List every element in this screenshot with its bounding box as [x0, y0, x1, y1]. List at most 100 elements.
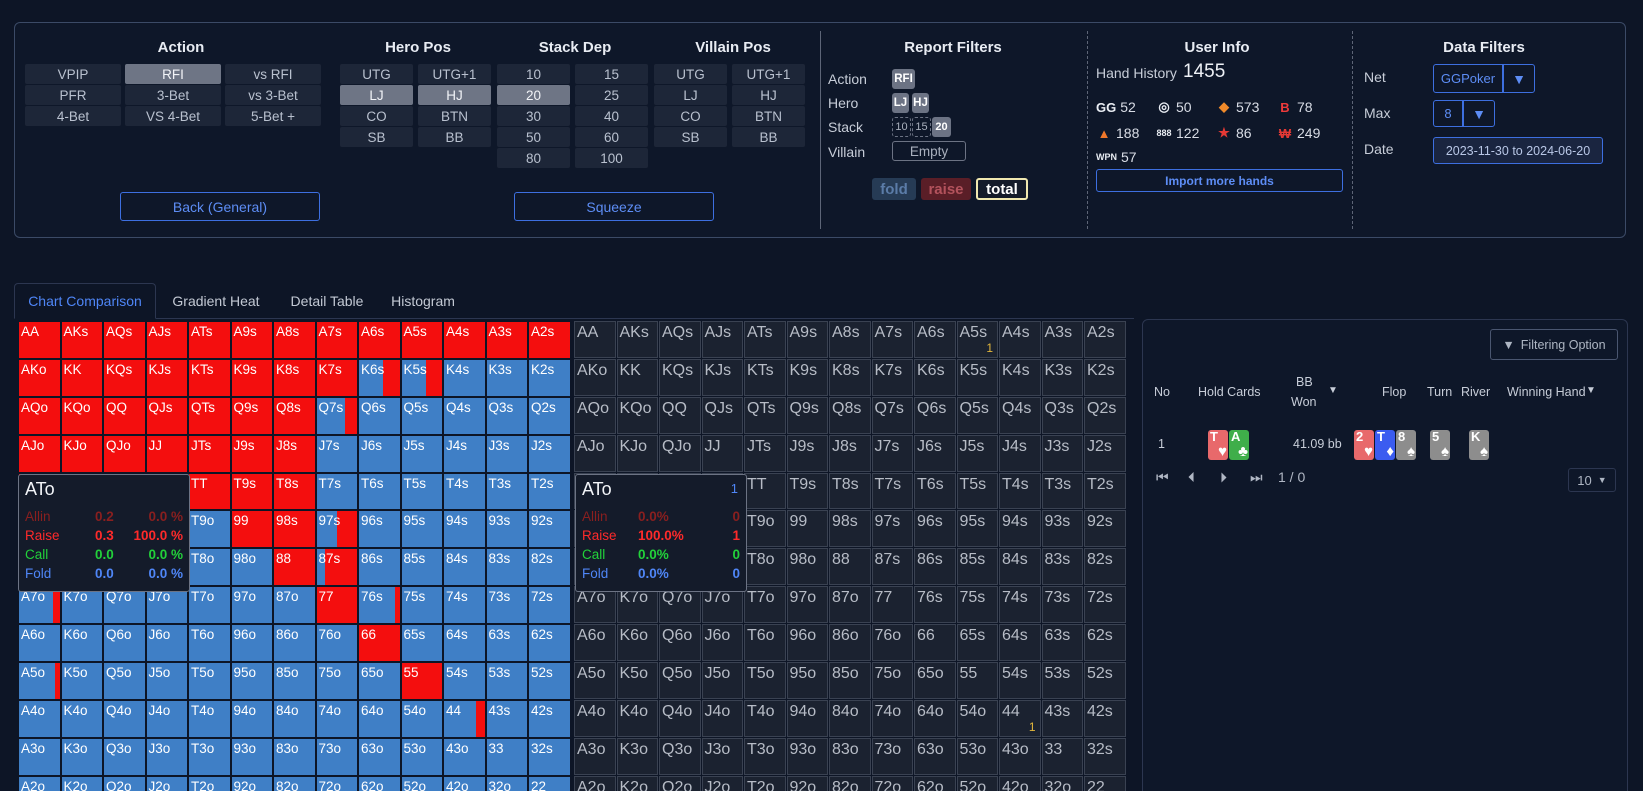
villain-co-button[interactable]: CO: [654, 106, 727, 126]
hand-cell[interactable]: 88: [273, 548, 316, 587]
hand-cell[interactable]: KTs: [744, 358, 786, 396]
hand-cell[interactable]: 63o: [914, 737, 956, 775]
hand-cell[interactable]: Q6s: [914, 396, 956, 434]
hand-cell[interactable]: 62s: [1084, 624, 1126, 662]
hand-cell[interactable]: 62s: [528, 624, 571, 663]
hand-cell[interactable]: Q6s: [358, 396, 401, 435]
hand-cell[interactable]: K2s: [528, 358, 571, 397]
hand-cell[interactable]: J3s: [485, 434, 528, 473]
hand-cell[interactable]: K9s: [230, 358, 273, 397]
villain-utg-1-button[interactable]: UTG+1: [732, 64, 805, 84]
hand-cell[interactable]: A3s: [485, 321, 528, 359]
hand-cell[interactable]: 85s: [956, 548, 998, 586]
hand-cell[interactable]: A7s: [871, 321, 913, 358]
hand-cell[interactable]: Q7s: [871, 396, 913, 434]
hand-cell[interactable]: Q9s: [230, 396, 273, 435]
hand-cell[interactable]: 63o: [358, 737, 401, 776]
hand-cell[interactable]: Q7s: [315, 396, 358, 435]
hand-cell[interactable]: 44 1: [999, 699, 1041, 737]
hand-cell[interactable]: T6o: [744, 624, 786, 662]
action-vs-4-bet-button[interactable]: VS 4-Bet: [125, 106, 221, 126]
hand-cell[interactable]: 87s: [871, 548, 913, 586]
hand-cell[interactable]: 83s: [1041, 548, 1083, 586]
hand-cell[interactable]: 32s: [1084, 737, 1126, 775]
hand-cell[interactable]: 43o: [443, 737, 486, 776]
hand-cell[interactable]: A3o: [18, 737, 61, 776]
sort-caret-icon[interactable]: ▼: [1586, 385, 1596, 396]
hand-cell[interactable]: TT: [188, 472, 231, 511]
hand-cell[interactable]: 83o: [829, 737, 871, 775]
hand-cell[interactable]: KJs: [145, 358, 188, 397]
hand-cell[interactable]: T4s: [443, 472, 486, 511]
hand-cell[interactable]: 77: [871, 586, 913, 624]
max-select[interactable]: 8: [1433, 100, 1463, 127]
hand-cell[interactable]: 96s: [358, 510, 401, 549]
action-3-bet-button[interactable]: 3-Bet: [125, 85, 221, 105]
hand-cell[interactable]: 86o: [829, 624, 871, 662]
hand-cell[interactable]: A6o: [18, 624, 61, 663]
hand-cell[interactable]: 73o: [871, 737, 913, 775]
hand-cell[interactable]: A8s: [273, 321, 316, 359]
hand-cell[interactable]: 98o: [786, 548, 828, 586]
hand-cell[interactable]: AQo: [18, 396, 61, 435]
hand-cell[interactable]: 74o: [315, 699, 358, 738]
import-hands-button[interactable]: Import more hands: [1096, 169, 1343, 192]
stack-20-button[interactable]: 20: [497, 85, 570, 105]
hand-cell[interactable]: Q5o: [659, 662, 701, 699]
hand-cell[interactable]: A2s: [1084, 321, 1126, 358]
page-size-select[interactable]: 10 ▼: [1568, 468, 1616, 492]
hand-cell[interactable]: 52s: [528, 662, 571, 700]
hand-cell[interactable]: T5s: [400, 472, 443, 511]
hand-cell[interactable]: 87s: [315, 548, 358, 587]
hand-cell[interactable]: T2s: [528, 472, 571, 511]
hand-cell[interactable]: A3s: [1041, 321, 1083, 358]
hand-cell[interactable]: Q3o: [103, 737, 146, 776]
hand-cell[interactable]: 66: [358, 624, 401, 663]
hand-cell[interactable]: K5s: [400, 358, 443, 397]
hand-cell[interactable]: T6o: [188, 624, 231, 663]
hand-cell[interactable]: 76s: [914, 586, 956, 624]
hand-cell[interactable]: K5o: [616, 662, 658, 699]
filtering-option-button[interactable]: ▼ Filtering Option: [1490, 329, 1618, 360]
hand-cell[interactable]: Q8s: [273, 396, 316, 435]
hand-cell[interactable]: AJo: [18, 434, 61, 473]
hand-cell[interactable]: 98s: [829, 510, 871, 548]
hand-cell[interactable]: 85o: [829, 662, 871, 699]
hero-sb-button[interactable]: SB: [340, 127, 413, 147]
hand-cell[interactable]: 62o: [914, 775, 956, 791]
hand-cell[interactable]: T3s: [485, 472, 528, 511]
hand-cell[interactable]: 54s: [999, 662, 1041, 699]
hand-cell[interactable]: KQs: [659, 358, 701, 396]
hand-cell[interactable]: J3o: [701, 737, 743, 775]
hero-lj-button[interactable]: LJ: [340, 85, 413, 105]
hand-cell[interactable]: J4o: [701, 699, 743, 737]
hero-utg-1-button[interactable]: UTG+1: [418, 64, 491, 84]
hand-cell[interactable]: Q3s: [1041, 396, 1083, 434]
hand-cell[interactable]: 65s: [400, 624, 443, 663]
hand-cell[interactable]: 97s: [315, 510, 358, 549]
hand-cell[interactable]: K6o: [616, 624, 658, 662]
hand-cell[interactable]: 75s: [400, 586, 443, 625]
hand-cell[interactable]: Q4o: [659, 699, 701, 737]
hand-cell[interactable]: A4s: [999, 321, 1041, 358]
hand-cell[interactable]: 74o: [871, 699, 913, 737]
hand-cell[interactable]: 44: [443, 699, 486, 738]
hero-hj-button[interactable]: HJ: [418, 85, 491, 105]
hand-cell[interactable]: TT: [744, 472, 786, 510]
hand-cell[interactable]: 82s: [1084, 548, 1126, 586]
hand-cell[interactable]: K4s: [443, 358, 486, 397]
hand-cell[interactable]: AKo: [574, 358, 616, 396]
hand-cell[interactable]: Q8s: [829, 396, 871, 434]
hand-cell[interactable]: J8s: [273, 434, 316, 473]
hand-cell[interactable]: 72o: [315, 775, 358, 791]
hand-cell[interactable]: JJ: [701, 434, 743, 472]
hand-cell[interactable]: 96o: [230, 624, 273, 663]
hand-cell[interactable]: 64s: [999, 624, 1041, 662]
action-vs-rfi-button[interactable]: vs RFI: [225, 64, 321, 84]
hand-cell[interactable]: T6s: [358, 472, 401, 511]
hand-cell[interactable]: KJo: [60, 434, 103, 473]
hand-cell[interactable]: JJ: [145, 434, 188, 473]
villain-utg-button[interactable]: UTG: [654, 64, 727, 84]
hand-cell[interactable]: 97s: [871, 510, 913, 548]
hand-cell[interactable]: 82o: [829, 775, 871, 791]
